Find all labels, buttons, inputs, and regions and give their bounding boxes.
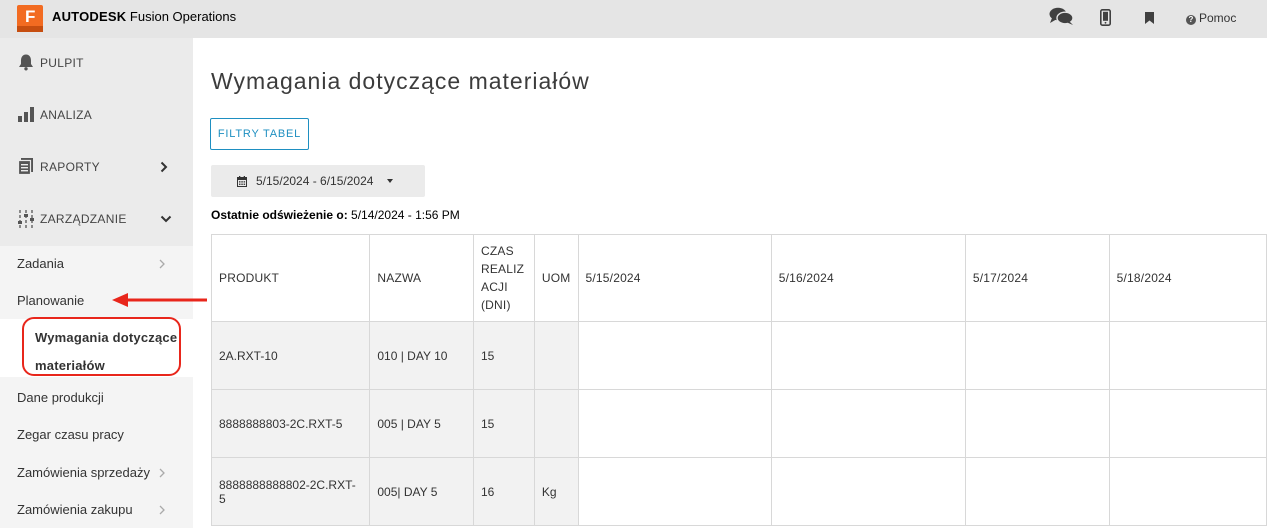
nav-label: PULPIT bbox=[40, 56, 84, 70]
nav-analiza[interactable]: ANALIZA bbox=[0, 90, 193, 142]
nav-pulpit[interactable]: PULPIT bbox=[0, 38, 193, 90]
cell-uom: Kg bbox=[533, 457, 579, 526]
nav-label: ZARZĄDZANIE bbox=[40, 212, 127, 226]
table-filters-button[interactable]: FILTRY TABEL bbox=[210, 118, 309, 150]
cell-nazwa: 005 | DAY 5 bbox=[369, 389, 474, 458]
cell-date bbox=[577, 321, 772, 390]
logo-letter: F bbox=[25, 7, 36, 26]
column-header-date[interactable]: 5/18/2024 bbox=[1108, 234, 1267, 322]
caret-down-icon bbox=[387, 179, 393, 183]
last-refresh-label: Ostatnie odświeżenie o: bbox=[211, 208, 348, 222]
sidebar-item-zegar[interactable]: Zegar czasu pracy bbox=[0, 427, 193, 445]
cell-uom bbox=[533, 321, 579, 390]
column-header-nazwa[interactable]: NAZWA bbox=[369, 234, 474, 322]
help-label: Pomoc bbox=[1199, 11, 1237, 25]
cell-nazwa: 010 | DAY 10 bbox=[369, 321, 474, 390]
chevron-down-icon bbox=[160, 215, 172, 223]
column-header-uom[interactable]: UOM bbox=[533, 234, 579, 322]
column-header-produkt[interactable]: PRODUKT bbox=[210, 234, 371, 322]
cell-produkt: 2A.RXT-10 bbox=[210, 321, 371, 390]
fusion-logo-icon[interactable]: F bbox=[17, 5, 43, 32]
annotation-arrow-icon bbox=[112, 293, 207, 307]
cell-produkt: 8888888803-2C.RXT-5 bbox=[210, 389, 371, 458]
sidebar-item-zadania[interactable]: Zadania bbox=[0, 256, 193, 274]
sidebar-item-label: Planowanie bbox=[17, 293, 85, 308]
app-title: AUTODESK Fusion Operations bbox=[52, 9, 236, 24]
chevron-right-icon bbox=[159, 259, 165, 269]
cell-date bbox=[770, 389, 966, 458]
sidebar-item-label: Zadania bbox=[17, 256, 64, 271]
sidebar-item-label: Dane produkcji bbox=[17, 390, 104, 405]
nav-label: ANALIZA bbox=[40, 108, 93, 122]
calendar-icon bbox=[237, 176, 247, 187]
report-icon bbox=[17, 158, 33, 175]
cell-date bbox=[964, 457, 1110, 526]
sidebar-item-dane-produkcji[interactable]: Dane produkcji bbox=[0, 390, 193, 408]
nav-label: RAPORTY bbox=[40, 160, 100, 174]
help-link[interactable]: ? Pomoc bbox=[1186, 11, 1236, 25]
column-header-date[interactable]: 5/15/2024 bbox=[577, 234, 772, 322]
cell-date bbox=[964, 321, 1110, 390]
chevron-right-icon bbox=[160, 161, 168, 173]
page-title: Wymagania dotyczące materiałów bbox=[211, 68, 590, 94]
help-icon: ? bbox=[1186, 15, 1196, 25]
header-line: CZAS bbox=[480, 244, 514, 258]
date-range-picker[interactable]: 5/15/2024 - 6/15/2024 bbox=[211, 165, 425, 197]
header-line: (DNI) bbox=[480, 298, 511, 312]
brand-name: Fusion Operations bbox=[126, 9, 237, 24]
bar-chart-icon bbox=[18, 107, 34, 122]
sidebar-item-label: Zamówienia zakupu bbox=[17, 502, 133, 517]
table-header-row: PRODUKT NAZWA CZAS REALIZ ACJI (DNI) UOM 5/… bbox=[210, 234, 1267, 322]
cell-produkt: 8888888888802-2C.RXT-5 bbox=[210, 457, 371, 526]
annotation-highlight-ring bbox=[22, 317, 181, 376]
date-range-value: 5/15/2024 - 6/15/2024 bbox=[256, 174, 374, 188]
column-header-czas-realizacji[interactable]: CZAS REALIZ ACJI (DNI) bbox=[472, 234, 535, 322]
chevron-right-icon bbox=[159, 505, 165, 515]
cell-date bbox=[577, 457, 772, 526]
cell-czas: 15 bbox=[472, 321, 535, 390]
cell-uom bbox=[533, 389, 579, 458]
header-line: ACJI bbox=[480, 280, 508, 294]
header-line: REALIZ bbox=[480, 262, 525, 276]
bookmark-icon[interactable] bbox=[1145, 12, 1154, 24]
materials-table: PRODUKT NAZWA CZAS REALIZ ACJI (DNI) UOM 5/… bbox=[210, 234, 1267, 526]
sliders-icon bbox=[18, 210, 34, 228]
column-header-date[interactable]: 5/16/2024 bbox=[770, 234, 966, 322]
cell-nazwa: 005| DAY 5 bbox=[369, 457, 474, 526]
sidebar-item-label: Zamówienia sprzedaży bbox=[17, 465, 150, 480]
bell-icon bbox=[19, 54, 33, 71]
table-row[interactable]: 8888888803-2C.RXT-5 005 | DAY 5 15 bbox=[210, 389, 1267, 458]
nav-zarzadzanie[interactable]: ZARZĄDZANIE bbox=[0, 194, 193, 246]
sidebar-item-zamowienia-sprzedazy[interactable]: Zamówienia sprzedaży bbox=[0, 465, 193, 483]
cell-date bbox=[770, 321, 966, 390]
brand-bold: AUTODESK bbox=[52, 9, 127, 24]
chat-icon[interactable] bbox=[1049, 7, 1074, 26]
top-bar: F AUTODESK Fusion Operations ? Pomoc bbox=[0, 0, 1267, 38]
sidebar: PULPIT ANALIZA RAPORTY ZARZĄDZANIE Zadan… bbox=[0, 38, 193, 528]
table-row[interactable]: 8888888888802-2C.RXT-5 005| DAY 5 16 Kg bbox=[210, 457, 1267, 526]
sidebar-item-zamowienia-zakupu[interactable]: Zamówienia zakupu bbox=[0, 502, 193, 520]
cell-date bbox=[770, 457, 966, 526]
table-row[interactable]: 2A.RXT-10 010 | DAY 10 15 bbox=[210, 321, 1267, 390]
cell-date bbox=[1108, 389, 1267, 458]
cell-date bbox=[1108, 457, 1267, 526]
cell-date bbox=[577, 389, 772, 458]
cell-czas: 15 bbox=[472, 389, 535, 458]
cell-date bbox=[964, 389, 1110, 458]
cell-czas: 16 bbox=[472, 457, 535, 526]
mobile-icon[interactable] bbox=[1100, 9, 1111, 26]
cell-date bbox=[1108, 321, 1267, 390]
last-refresh: Ostatnie odświeżenie o: 5/14/2024 - 1:56… bbox=[211, 208, 460, 222]
last-refresh-value: 5/14/2024 - 1:56 PM bbox=[347, 208, 460, 222]
chevron-right-icon bbox=[159, 468, 165, 478]
nav-raporty[interactable]: RAPORTY bbox=[0, 142, 193, 194]
sidebar-item-label: Zegar czasu pracy bbox=[17, 427, 124, 442]
column-header-date[interactable]: 5/17/2024 bbox=[964, 234, 1110, 322]
